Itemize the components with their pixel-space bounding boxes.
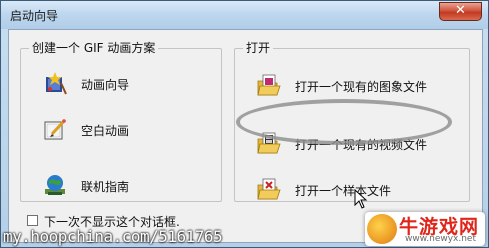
- online-guide-label: 联机指南: [81, 180, 130, 194]
- blank-animation-icon: [44, 118, 67, 140]
- open-image-file-button[interactable]: 打开一个现有的图象文件: [257, 71, 457, 101]
- blank-animation-label: 空白动画: [81, 124, 130, 138]
- wizard-icon: [46, 72, 67, 95]
- animation-wizard-button[interactable]: 动画向导: [43, 69, 213, 99]
- blank-animation-button[interactable]: 空白动画: [43, 115, 213, 145]
- online-guide-button[interactable]: 联机指南: [43, 171, 213, 201]
- create-gif-group: 创建一个 GIF 动画方案 动画向导 空白动画 联机指南: [20, 41, 222, 202]
- open-image-file-icon: [257, 74, 281, 96]
- open-image-file-label: 打开一个现有的图象文件: [295, 80, 428, 94]
- create-gif-legend: 创建一个 GIF 动画方案: [29, 41, 159, 55]
- window-title: 启动向导: [10, 9, 59, 23]
- mascot-icon: [367, 214, 397, 244]
- close-button[interactable]: ✕: [439, 2, 482, 21]
- online-guide-icon: [45, 175, 65, 195]
- open-legend: 打开: [243, 41, 274, 55]
- mouse-cursor-icon: [354, 189, 368, 209]
- dont-show-again-checkbox[interactable]: [27, 215, 38, 226]
- watermark-text: my.hoopchina.com/5161765: [3, 227, 223, 246]
- title-bar[interactable]: 启动向导 ✕: [1, 1, 488, 29]
- open-sample-file-label: 打开一个样本文件: [295, 184, 392, 198]
- site-badge-url: www.newyx.net: [405, 234, 477, 244]
- site-badge: 牛游戏网 www.newyx.net: [365, 212, 485, 246]
- open-sample-file-icon: [257, 178, 281, 200]
- highlight-oval: [236, 99, 452, 145]
- startup-wizard-window: 启动向导 ✕ 创建一个 GIF 动画方案 动画向导 空白动画 联机指南 打开 打…: [0, 0, 489, 248]
- animation-wizard-label: 动画向导: [81, 78, 130, 92]
